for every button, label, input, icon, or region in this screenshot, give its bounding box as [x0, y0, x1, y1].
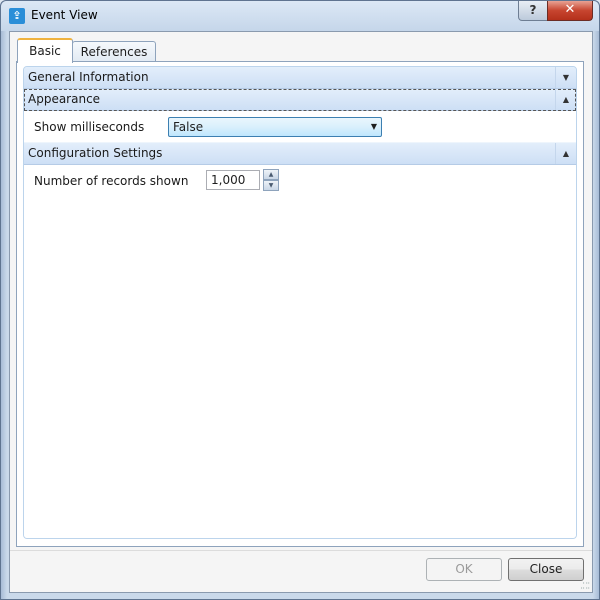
chevron-down-icon[interactable]: ▼ — [555, 67, 576, 88]
dialog-client: Basic References General Information ▼ A… — [9, 31, 593, 593]
chevron-down-icon: ▼ — [370, 122, 377, 131]
upload-icon: ⇪ — [9, 8, 25, 24]
configuration-body — [24, 165, 576, 538]
chevron-up-icon[interactable]: ▲ — [555, 143, 576, 164]
section-appearance[interactable]: Appearance ▲ — [24, 89, 576, 111]
section-label: Appearance — [28, 92, 101, 106]
tab-references[interactable]: References — [72, 41, 156, 62]
records-shown-label: Number of records shown — [34, 174, 189, 188]
chevron-up-icon[interactable]: ▲ — [555, 89, 576, 110]
footer-divider — [10, 550, 592, 551]
show-milliseconds-combo[interactable]: False ▼ — [168, 117, 382, 137]
spinner-value: 1,000 — [211, 173, 246, 187]
section-label: Configuration Settings — [28, 146, 163, 160]
close-button[interactable]: Close — [508, 558, 584, 581]
resize-grip-icon[interactable]: ⠠⠤ ⠤⠤ — [580, 579, 590, 591]
help-button[interactable]: ? — [518, 1, 548, 21]
close-window-button[interactable]: ✕ — [547, 1, 593, 21]
records-shown-input[interactable]: 1,000 — [206, 170, 260, 190]
section-configuration-settings[interactable]: Configuration Settings ▲ — [24, 143, 576, 165]
dialog-window: ⇪ Event View ? ✕ Basic References Genera… — [0, 0, 600, 600]
combo-value: False — [173, 120, 204, 134]
section-label: General Information — [28, 70, 149, 84]
show-milliseconds-label: Show milliseconds — [34, 120, 145, 134]
spinner-up-button[interactable]: ▲ — [263, 169, 279, 180]
title-bar[interactable]: ⇪ Event View ? ✕ — [1, 1, 599, 31]
tab-basic[interactable]: Basic — [17, 38, 73, 63]
ok-button[interactable]: OK — [426, 558, 502, 581]
spinner-down-button[interactable]: ▼ — [263, 180, 279, 191]
section-general-information[interactable]: General Information ▼ — [24, 67, 576, 89]
window-title: Event View — [31, 8, 98, 22]
